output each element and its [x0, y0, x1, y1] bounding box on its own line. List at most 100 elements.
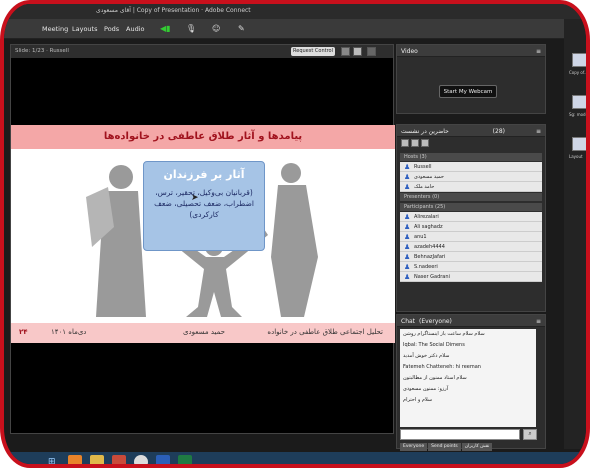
start-webcam-button[interactable]: Start My Webcam [439, 85, 497, 98]
hosts-section[interactable]: Hosts (3) [400, 153, 542, 161]
excel-icon[interactable] [178, 455, 192, 464]
user-icon: ♟ [404, 213, 411, 221]
chat-message: Fatemeh Chatteneh: hi reeman [403, 364, 481, 370]
media-icon[interactable] [112, 455, 126, 464]
footer-author: حمید مسعودی [183, 328, 225, 336]
chat-tabs: Everyone Send points نقش کاربران [400, 442, 493, 451]
user-icon: ♟ [404, 273, 411, 281]
user-icon: ♟ [404, 243, 411, 251]
chat-pod: Chat (Everyone) ≡ سلام سلام ساعت باز این… [396, 314, 546, 451]
attendees-pod: حاضرین در نشست (28) ≡ Hosts (3) ♟ Russell… [396, 124, 546, 312]
user-icon: ♟ [404, 173, 411, 181]
presenters-section[interactable]: Presenters (0) [400, 193, 542, 201]
footer-date: دی‌ماه ۱۴۰۱ [51, 328, 87, 336]
list-item[interactable]: ♟ Alirezalari [400, 212, 542, 222]
sort-icon[interactable] [421, 139, 429, 147]
chat-message: Iqbal: The Social Dimens [403, 342, 465, 348]
attendee-toolbar [401, 139, 431, 149]
pod-options-icon[interactable] [367, 47, 376, 56]
user-icon: ♟ [404, 163, 411, 171]
user-icon: ♟ [404, 263, 411, 271]
status-icon[interactable] [401, 139, 409, 147]
chat-title: Chat [401, 318, 416, 325]
list-item[interactable]: ♟ Naser Gadrani [400, 272, 542, 282]
chat-message: سلام و احترام [403, 397, 433, 403]
share-pod-header: Slide: 1/23 · Russell Request Control [11, 45, 393, 58]
user-icon: ♟ [404, 183, 411, 191]
list-item[interactable]: ♟ anu1 [400, 232, 542, 242]
layout-label: Sg: model [569, 112, 590, 117]
card-body: (قربانیان بی‌وکیل، تحقیر، ترس، اضطراب، ض… [154, 188, 254, 219]
participants-section[interactable]: Participants (25) [400, 203, 542, 211]
menu-layouts[interactable]: Layouts [72, 25, 97, 33]
windows-start-icon[interactable]: ⊞ [48, 456, 56, 464]
layout-thumbnail[interactable] [572, 53, 586, 67]
slide-card: آثار بر فرزندان (قربانیان بی‌وکیل، تحقیر… [143, 161, 265, 251]
folder-icon[interactable] [90, 455, 104, 464]
chat-messages: سلام سلام ساعت باز اینستاگرام روشن Iqbal… [400, 329, 536, 427]
tab-roles[interactable]: نقش کاربران [461, 443, 493, 451]
menu-audio[interactable]: Audio [126, 25, 144, 33]
list-item[interactable]: ♟ حمید مسعودی [400, 172, 542, 182]
webcam-icon[interactable]: ✎ [238, 24, 245, 33]
chat-scope: (Everyone) [419, 318, 452, 325]
slide-page-number: ۲۴ [19, 328, 28, 336]
user-icon: ♟ [404, 223, 411, 231]
menu-pods[interactable]: Pods [104, 25, 119, 33]
chat-input[interactable] [400, 429, 520, 440]
video-pod: Video ≡ Start My Webcam [396, 44, 546, 114]
slide-title: پیامدها و آثار طلاق عاطفی در خانواده‌ها [11, 125, 395, 149]
list-item[interactable]: ♟ azadeh4444 [400, 242, 542, 252]
pod-menu-icon[interactable]: ≡ [536, 128, 541, 135]
list-item[interactable]: ♟ BehnazJafari [400, 252, 542, 262]
list-item[interactable]: ♟ Russell [400, 162, 542, 172]
attendees-count: (28) [492, 128, 505, 135]
list-item[interactable]: ♟ S.nadeeri [400, 262, 542, 272]
mouse-cursor-icon: ➤ [191, 193, 199, 203]
slide: پیامدها و آثار طلاق عاطفی در خانواده‌ها … [11, 125, 395, 343]
chat-message: آرزو: ممنون مسعودی [403, 386, 449, 392]
list-view-icon[interactable] [411, 139, 419, 147]
chat-message: سلام سلام ساعت باز اینستاگرام روشن [403, 331, 485, 337]
user-icon: ♟ [404, 253, 411, 261]
title-bar: آقای مسعودی | Copy of Presentation · Ado… [4, 4, 586, 19]
speaker-icon[interactable]: ◀▮ [160, 24, 171, 33]
list-item[interactable]: ♟ حامد ملک [400, 182, 542, 192]
screen-frame: آقای مسعودی | Copy of Presentation · Ado… [0, 0, 590, 468]
send-icon[interactable]: ⌕ [523, 429, 537, 440]
pod-menu-icon[interactable]: ≡ [536, 48, 541, 55]
share-pod: Slide: 1/23 · Russell Request Control پی… [10, 44, 395, 434]
video-pod-header: Video ≡ [397, 45, 545, 57]
chrome-icon[interactable] [134, 455, 148, 464]
menu-meeting[interactable]: Meeting [42, 25, 68, 33]
layout-label: Layout [569, 154, 583, 159]
tab-everyone[interactable]: Everyone [400, 443, 428, 451]
layouts-strip: Copy of... Sg: model Layout [564, 19, 590, 449]
card-title: آثار بر فرزندان [163, 168, 245, 181]
user-icon[interactable]: ☺ [212, 24, 220, 33]
share-doc-label: Slide: 1/23 · Russell [15, 48, 69, 54]
pod-menu-icon[interactable]: ≡ [536, 318, 541, 325]
slide-footer: تحلیل اجتماعی طلاق عاطفی در خانواده حمید… [11, 323, 395, 343]
mic-icon[interactable]: 🎙 [186, 24, 196, 33]
firefox-icon[interactable] [68, 455, 82, 464]
view-mode-icon[interactable] [341, 47, 350, 56]
list-item[interactable]: ♟ Ali saghadz [400, 222, 542, 232]
chat-message: سلام دکتر خوش آمدید [403, 353, 450, 359]
user-icon: ♟ [404, 233, 411, 241]
window-title: آقای مسعودی | Copy of Presentation · Ado… [96, 7, 251, 14]
fullscreen-icon[interactable] [353, 47, 362, 56]
footer-title: تحلیل اجتماعی طلاق عاطفی در خانواده [267, 328, 383, 336]
layout-thumbnail[interactable] [572, 137, 586, 151]
word-icon[interactable] [156, 455, 170, 464]
attendees-title: حاضرین در نشست [401, 128, 449, 135]
attendees-pod-header: حاضرین در نشست (28) ≡ [397, 125, 545, 137]
tab-send-points[interactable]: Send points [428, 443, 461, 451]
taskbar: ⊞ [4, 452, 586, 464]
request-control-button[interactable]: Request Control [291, 47, 335, 56]
layout-thumbnail[interactable] [572, 95, 586, 109]
menu-bar: Meeting Layouts Pods Audio ◀▮ 🎙 ☺ ✎ [4, 19, 564, 39]
video-pod-title: Video [401, 48, 418, 55]
layout-label: Copy of... [569, 70, 588, 75]
chat-message: سلام استاد ممنون از مطالبتون [403, 375, 467, 381]
